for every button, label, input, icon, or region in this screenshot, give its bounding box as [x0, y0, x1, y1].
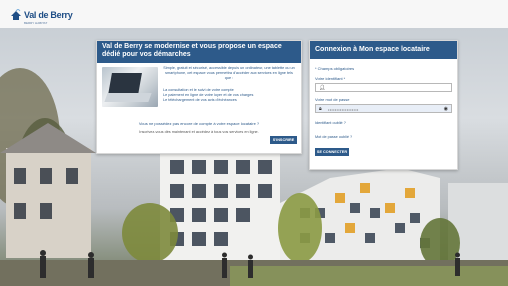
identifier-input[interactable]: 👤︎ — [315, 83, 452, 92]
show-password-icon[interactable]: ◉ — [444, 106, 448, 112]
login-button[interactable]: SE CONNECTER — [315, 148, 349, 156]
no-account-question: Vous ne possédez pas encore de compte à … — [138, 121, 260, 126]
services-list: La consultation et le suivi de votre com… — [163, 88, 254, 102]
login-panel: Connexion à Mon espace locataire * Champ… — [309, 40, 458, 170]
info-intro-text: Simple, gratuit et sécurisé, accessible … — [163, 66, 295, 80]
top-bar: Val de Berry BERRY HABITAT — [0, 0, 508, 29]
laptop-photo — [102, 67, 158, 107]
signup-invite-text: Inscrivez-vous dès maintenant et accédez… — [139, 130, 259, 134]
required-fields-note: * Champs obligatoires — [315, 66, 355, 71]
password-value: •••••••••••••••••• — [328, 106, 359, 112]
forgot-password-link[interactable]: Mot de passe oublié ? — [315, 135, 352, 139]
user-icon: 👤︎ — [319, 85, 326, 91]
logo[interactable]: Val de Berry BERRY HABITAT — [10, 7, 80, 25]
login-panel-title: Connexion à Mon espace locataire — [310, 41, 457, 59]
subscribe-button[interactable]: S'INSCRIRE — [270, 136, 297, 144]
info-panel-title: Val de Berry se modernise et vous propos… — [97, 41, 301, 63]
password-input[interactable]: 🔒︎ •••••••••••••••••• ◉ — [315, 104, 452, 113]
logo-house-icon — [11, 9, 21, 20]
logo-text: Val de Berry — [24, 10, 73, 20]
identifier-label: Votre identifiant * — [315, 76, 346, 81]
logo-subtitle: BERRY HABITAT — [24, 21, 48, 25]
lock-icon: 🔒︎ — [319, 106, 322, 112]
forgot-identifier-link[interactable]: Identifiant oublié ? — [315, 121, 346, 125]
password-label: Votre mot de passe — [315, 97, 350, 102]
